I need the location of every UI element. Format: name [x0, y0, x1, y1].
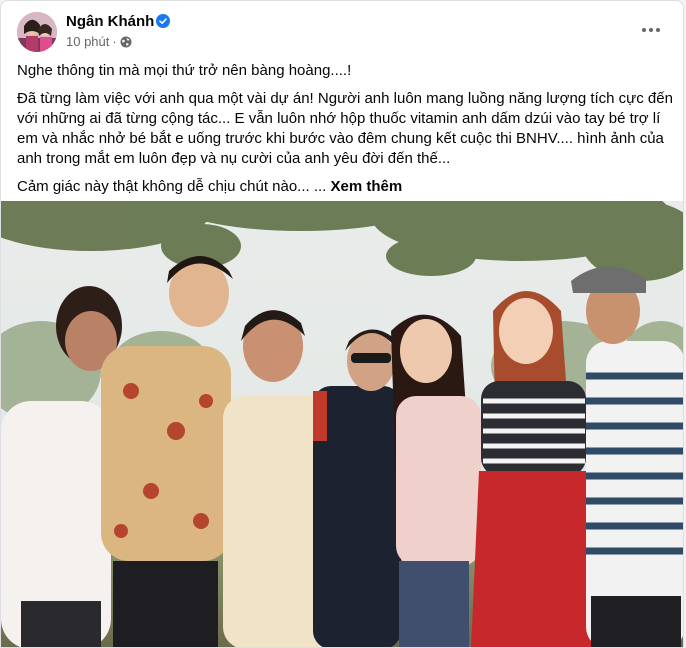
- meta-separator: ·: [112, 34, 117, 49]
- post-text: Nghe thông tin mà mọi thứ trở nên bàng h…: [17, 61, 673, 205]
- post-paragraph-last: Cảm giác này thật không dễ chịu chút nào…: [17, 177, 673, 197]
- author-avatar[interactable]: [17, 12, 57, 52]
- see-more-link[interactable]: Xem thêm: [331, 178, 403, 195]
- post-header: Ngân Khánh 10 phút ·: [17, 12, 669, 54]
- post-paragraph: Nghe thông tin mà mọi thứ trở nên bàng h…: [17, 62, 352, 79]
- post-paragraph: Đã từng làm việc với anh qua một vài dự …: [17, 90, 673, 167]
- post-photo[interactable]: [1, 201, 683, 647]
- globe-icon[interactable]: [120, 36, 132, 48]
- more-options-button[interactable]: [633, 12, 669, 48]
- verified-badge-icon: [156, 14, 170, 28]
- author-name[interactable]: Ngân Khánh: [66, 13, 154, 30]
- facebook-post: Ngân Khánh 10 phút · Nghe thông tin mà m…: [0, 0, 684, 648]
- post-meta: 10 phút ·: [66, 34, 132, 49]
- more-horizontal-icon: [642, 28, 660, 32]
- post-timestamp[interactable]: 10 phút: [66, 34, 109, 49]
- post-last-line: Cảm giác này thật không dễ chịu chút nào…: [17, 178, 327, 195]
